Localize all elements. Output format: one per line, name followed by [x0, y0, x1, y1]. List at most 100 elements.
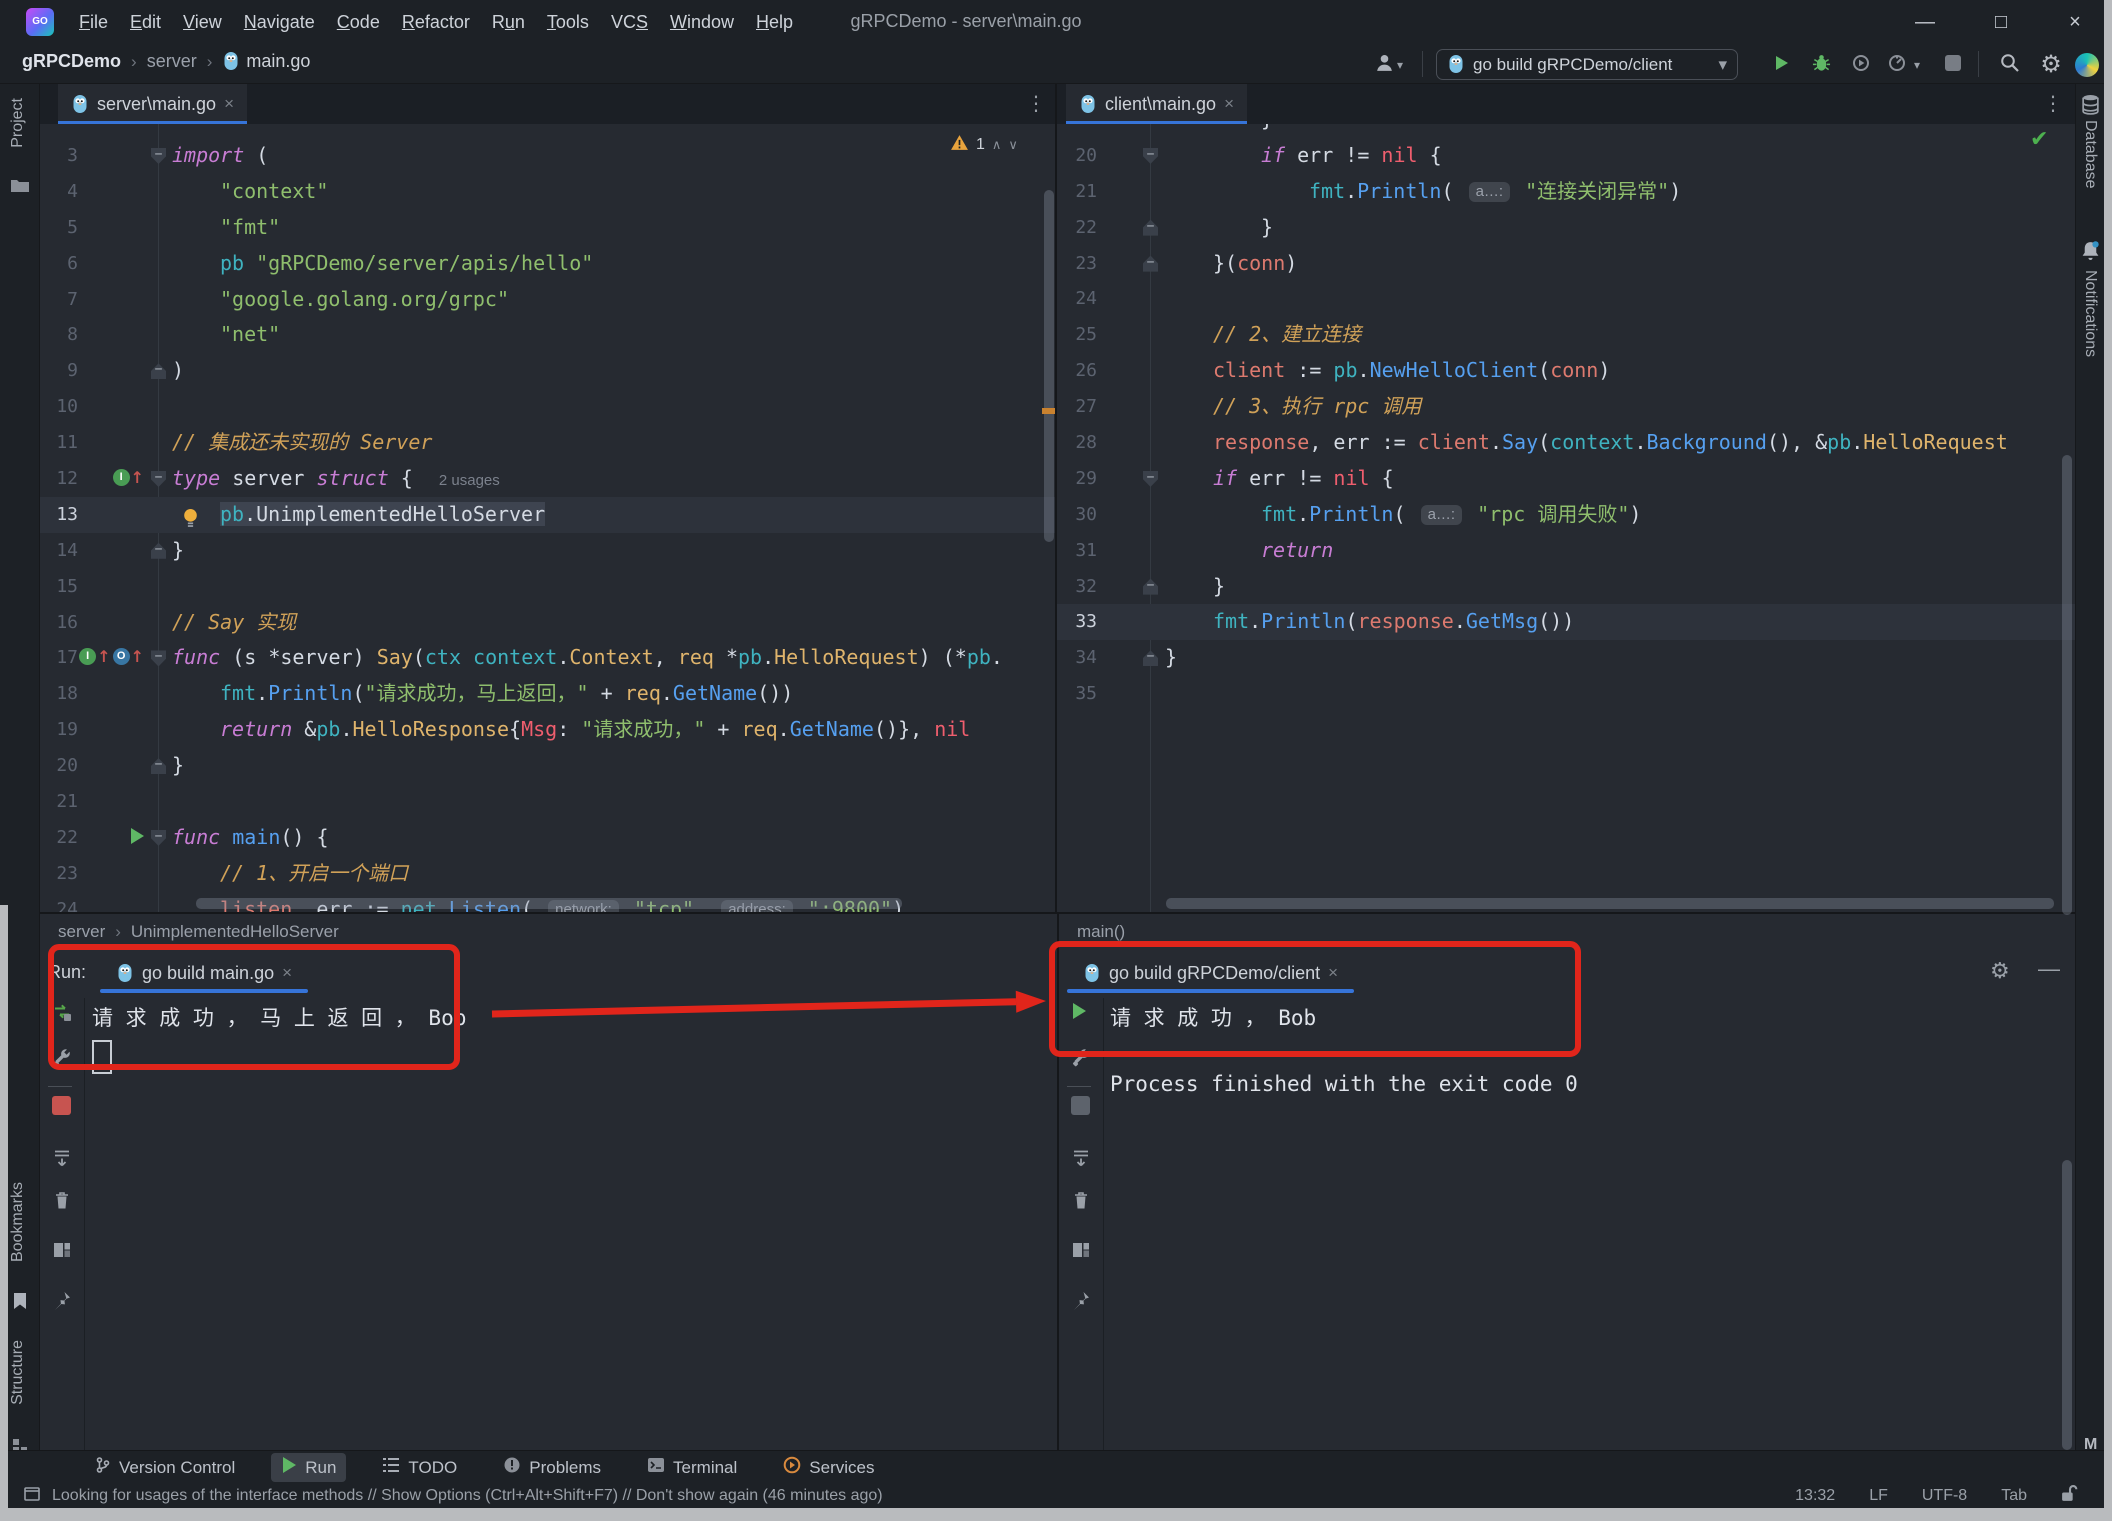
fold-marker[interactable]: −: [1143, 650, 1158, 666]
code-line-29[interactable]: 29−if err != nil {: [1057, 461, 2075, 497]
play-icon[interactable]: [1071, 1002, 1087, 1025]
scrollbar-vertical-left[interactable]: [1044, 190, 1054, 542]
sidebar-item-notifications[interactable]: Notifications: [2081, 270, 2099, 357]
menu-help[interactable]: Help: [745, 8, 804, 37]
sidebar-item-structure[interactable]: Structure: [9, 1340, 27, 1405]
close-button[interactable]: ×: [2052, 0, 2098, 44]
code-line-4[interactable]: 4"context": [40, 174, 1057, 210]
code-line-partial[interactable]: }: [1057, 124, 2075, 138]
console-settings-gear-icon[interactable]: ⚙: [1990, 958, 2010, 984]
clear-console-trash-icon[interactable]: [52, 1190, 72, 1215]
maximize-button[interactable]: □: [1978, 0, 2024, 44]
event-log-icon[interactable]: [24, 1486, 40, 1507]
code-line-26[interactable]: 26client := pb.NewHelloClient(conn): [1057, 353, 2075, 389]
close-icon[interactable]: ×: [224, 94, 234, 114]
code-line-21[interactable]: 21: [40, 784, 1057, 820]
menu-code[interactable]: Code: [326, 8, 391, 37]
fold-marker[interactable]: −: [1143, 256, 1158, 272]
fold-marker[interactable]: −: [151, 363, 166, 379]
breadcrumb-project[interactable]: gRPCDemo: [22, 51, 121, 72]
crumb-symbol[interactable]: UnimplementedHelloServer: [131, 922, 339, 942]
code-line-9[interactable]: 9−): [40, 353, 1057, 389]
code-line-8[interactable]: 8"net": [40, 317, 1057, 353]
database-icon[interactable]: [2081, 94, 2100, 120]
wrench-icon[interactable]: [52, 1048, 72, 1073]
fold-marker[interactable]: −: [1143, 471, 1158, 487]
menu-tools[interactable]: Tools: [536, 8, 600, 37]
code-line-14[interactable]: 14−}: [40, 533, 1057, 569]
code-line-12[interactable]: 12I↑−type server struct { 2 usages: [40, 461, 1057, 497]
code-line-3[interactable]: 3−import (: [40, 138, 1057, 174]
coverage-button[interactable]: [1848, 52, 1874, 78]
run-gutter-icon[interactable]: [131, 828, 144, 844]
editor-server-main-go[interactable]: 3−import (4"context"5"fmt"6pb "gRPCDemo/…: [40, 124, 1057, 912]
pin-icon[interactable]: [52, 1290, 72, 1315]
code-line-17[interactable]: 17I↑O↑−func (s *server) Say(ctx context.…: [40, 640, 1057, 676]
menu-vcs[interactable]: VCS: [600, 8, 659, 37]
scrollbar-horizontal-left[interactable]: [196, 898, 902, 909]
toolwindow-button-run[interactable]: Run: [271, 1453, 346, 1482]
scrollbar-console-right[interactable]: [2062, 1160, 2072, 1450]
crumb-main[interactable]: main(): [1077, 922, 1125, 942]
code-line-11[interactable]: 11// 集成还未实现的 Server: [40, 425, 1057, 461]
code-line-31[interactable]: 31return: [1057, 533, 2075, 569]
inspection-ok-icon[interactable]: ✔: [2030, 126, 2048, 152]
close-icon[interactable]: ×: [1224, 94, 1234, 114]
toolwindow-button-version-control[interactable]: Version Control: [84, 1453, 245, 1482]
code-line-15[interactable]: 15: [40, 569, 1057, 605]
profiler-chevron-icon[interactable]: ▾: [1910, 52, 1924, 78]
code-line-16[interactable]: 16// Say 实现: [40, 605, 1057, 641]
gutter-icons[interactable]: [78, 828, 144, 844]
stop-button-red[interactable]: [52, 1096, 71, 1120]
fold-marker[interactable]: −: [1143, 579, 1158, 595]
kebab-menu-icon[interactable]: ⋮: [1026, 91, 1046, 116]
code-line-22[interactable]: 22−}: [1057, 210, 2075, 246]
crumb-server[interactable]: server: [58, 922, 105, 942]
toolwindow-button-services[interactable]: Services: [773, 1453, 884, 1482]
user-account-button[interactable]: ▾: [1374, 52, 1403, 78]
sidebar-item-database[interactable]: Database: [2081, 120, 2099, 189]
code-line-20[interactable]: 20−if err != nil {: [1057, 138, 2075, 174]
warning-stripe-mark[interactable]: [1042, 408, 1055, 414]
stop-button[interactable]: [1940, 52, 1966, 78]
inspection-widget[interactable]: 1 ∧ ∨: [950, 134, 1018, 156]
menu-file[interactable]: File: [68, 8, 119, 37]
code-line-30[interactable]: 30fmt.Println( a…: "rpc 调用失败"): [1057, 497, 2075, 533]
code-line-19[interactable]: 19return &pb.HelloResponse{Msg: "请求成功，" …: [40, 712, 1057, 748]
code-line-7[interactable]: 7"google.golang.org/grpc": [40, 282, 1057, 318]
chevron-up-icon[interactable]: ∧: [992, 137, 1002, 153]
fold-marker[interactable]: −: [151, 543, 166, 559]
scrollbar-horizontal-right[interactable]: [1166, 898, 2054, 909]
run-configuration-select[interactable]: go build gRPCDemo/client ▾: [1436, 49, 1738, 80]
menu-navigate[interactable]: Navigate: [233, 8, 326, 37]
fold-marker[interactable]: −: [151, 148, 166, 164]
code-line-33[interactable]: 33fmt.Println(response.GetMsg()): [1057, 604, 2075, 640]
fold-marker[interactable]: −: [1143, 220, 1158, 236]
breadcrumb-file[interactable]: main.go: [222, 51, 310, 72]
line-separator-indicator[interactable]: LF: [1869, 1487, 1888, 1505]
code-line-32[interactable]: 32−}: [1057, 569, 2075, 605]
indent-indicator[interactable]: Tab: [2001, 1487, 2027, 1505]
code-line-20[interactable]: 20−}: [40, 748, 1057, 784]
sidebar-item-project[interactable]: Project: [9, 98, 27, 148]
wrench-icon[interactable]: [1071, 1048, 1091, 1073]
gutter-icons[interactable]: I↑O↑: [78, 648, 144, 665]
menu-edit[interactable]: Edit: [119, 8, 172, 37]
lock-icon[interactable]: [2061, 1484, 2078, 1508]
code-line-6[interactable]: 6pb "gRPCDemo/server/apis/hello": [40, 246, 1057, 282]
layout-icon[interactable]: [1071, 1240, 1091, 1265]
code-line-21[interactable]: 21fmt.Println( a…: "连接关闭异常"): [1057, 174, 2075, 210]
code-line-5[interactable]: 5"fmt": [40, 210, 1057, 246]
toolwindow-button-terminal[interactable]: Terminal: [637, 1453, 747, 1482]
code-with-me-button[interactable]: [2074, 52, 2100, 78]
run-button[interactable]: [1768, 52, 1794, 78]
toolwindow-button-todo[interactable]: TODO: [372, 1454, 467, 1481]
profiler-button[interactable]: [1884, 52, 1910, 78]
code-line-23[interactable]: 23// 1、开启一个端口: [40, 856, 1057, 892]
fold-marker[interactable]: −: [151, 471, 166, 487]
rerun-button[interactable]: [52, 1002, 73, 1028]
editor-client-main-go[interactable]: }20−if err != nil {21fmt.Println( a…: "连…: [1057, 124, 2075, 912]
chevron-down-icon[interactable]: ∨: [1008, 137, 1018, 153]
close-icon[interactable]: ×: [1328, 963, 1338, 983]
code-line-10[interactable]: 10: [40, 389, 1057, 425]
